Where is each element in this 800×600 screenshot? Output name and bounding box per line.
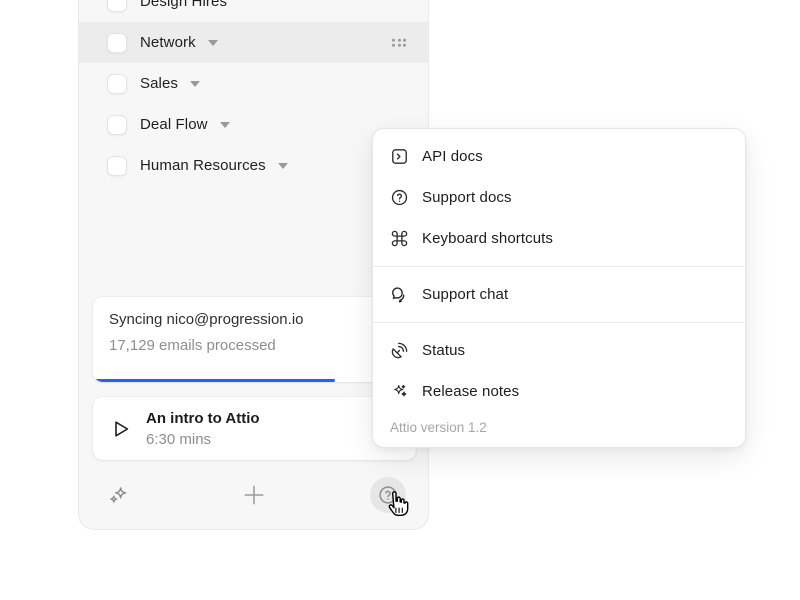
satellite-dish-icon [389,341,409,361]
list-label: Network [140,34,196,51]
checkbox[interactable] [107,74,127,94]
menu-item-label: Support chat [422,286,508,303]
intro-duration: 6:30 mins [146,431,260,448]
help-menu-section-meta: Status Release notes Attio version 1.2 [373,322,745,447]
checkbox[interactable] [107,156,127,176]
menu-item-label: Release notes [422,383,519,400]
chevron-down-icon[interactable] [190,81,200,87]
intro-title: An intro to Attio [146,410,260,427]
sync-progress-bar [93,379,416,382]
menu-item-label: Keyboard shortcuts [422,230,553,247]
list-label: Sales [140,75,178,92]
play-icon[interactable] [109,417,133,441]
ai-sparkles-icon [106,482,132,508]
intro-text: An intro to Attio 6:30 mins [146,410,260,448]
menu-item-support-chat[interactable]: Support chat [373,274,745,315]
checkbox[interactable] [107,115,127,135]
sidebar-item-network[interactable]: Network [79,22,428,63]
app-version-label: Attio version 1.2 [373,412,745,447]
sidebar-item-sales[interactable]: Sales [79,63,428,104]
chevron-down-icon[interactable] [278,163,288,169]
sidebar-footer [79,461,428,529]
ai-sparkles-button[interactable] [101,477,137,513]
help-menu: API docs Support docs Keyboard shortcuts [372,128,746,448]
plus-icon [240,481,268,509]
chat-bubbles-icon [389,285,409,305]
chevron-down-icon[interactable] [220,122,230,128]
intro-video-card[interactable]: An intro to Attio 6:30 mins [93,397,416,460]
sync-progress-fill [93,379,335,382]
menu-item-status[interactable]: Status [373,330,745,371]
sidebar-item-design-hires[interactable]: Design Hires [79,0,428,22]
sync-subtitle: 17,129 emails processed [109,337,400,354]
menu-item-release-notes[interactable]: Release notes [373,371,745,412]
help-circle-icon [389,188,409,208]
help-button[interactable] [370,477,406,513]
drag-handle-icon[interactable] [392,38,406,47]
list-label: Design Hires [140,0,227,10]
list-label: Human Resources [140,157,266,174]
checkbox[interactable] [107,33,127,53]
menu-item-label: Support docs [422,189,512,206]
menu-item-support-docs[interactable]: Support docs [373,177,745,218]
command-icon [389,229,409,249]
list-label: Deal Flow [140,116,208,133]
menu-item-api-docs[interactable]: API docs [373,136,745,177]
help-menu-section-chat: Support chat [373,266,745,322]
sparkles-icon [389,382,409,402]
checkbox[interactable] [107,0,127,12]
sync-title: Syncing nico@progression.io [109,311,400,328]
help-icon [377,484,399,506]
menu-item-keyboard-shortcuts[interactable]: Keyboard shortcuts [373,218,745,259]
help-menu-section-docs: API docs Support docs Keyboard shortcuts [373,129,745,266]
menu-item-label: Status [422,342,465,359]
app-window: Design Hires Network Sales Deal Flow Hum [0,0,800,600]
email-sync-card: Syncing nico@progression.io 17,129 email… [93,297,416,382]
add-button[interactable] [236,477,272,513]
chevron-down-icon[interactable] [208,40,218,46]
terminal-square-icon [389,147,409,167]
menu-item-label: API docs [422,148,483,165]
